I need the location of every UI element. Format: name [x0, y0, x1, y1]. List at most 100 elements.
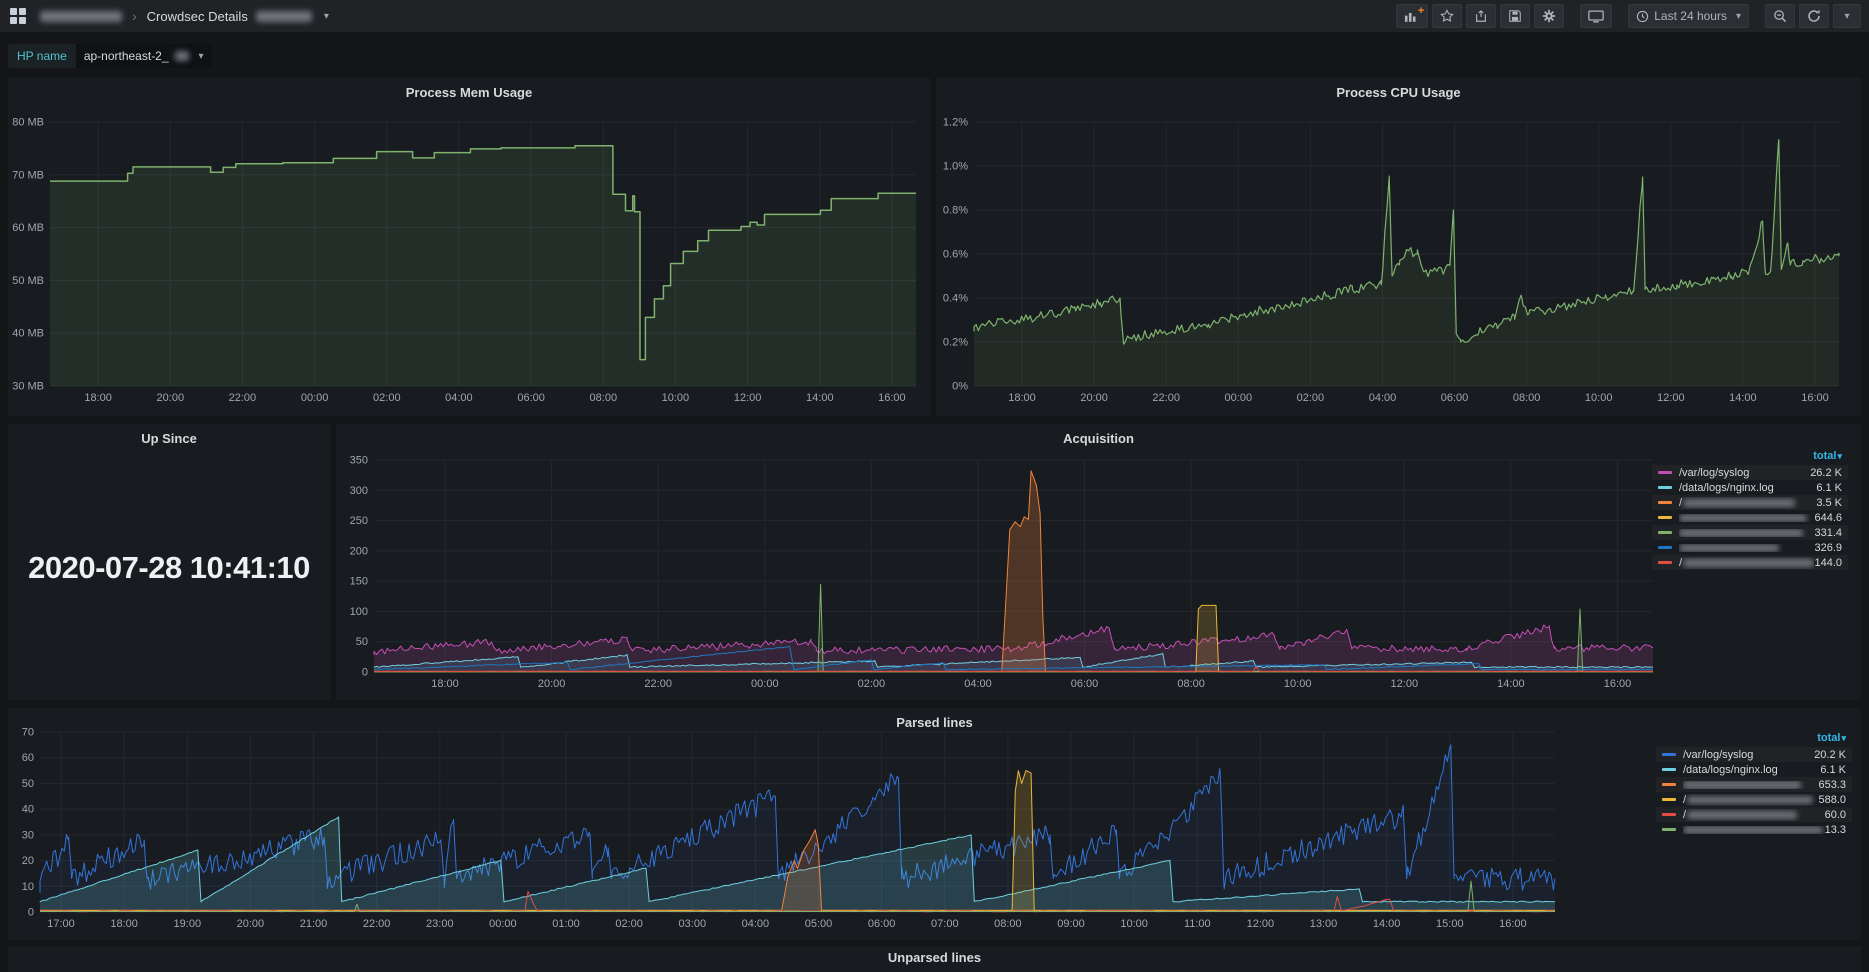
svg-text:02:00: 02:00 [1297, 392, 1325, 404]
series-color-swatch[interactable] [1662, 753, 1676, 756]
panel-unparsed-lines: Unparsed lines [8, 946, 1861, 972]
panel-title-unparsed-lines[interactable]: Unparsed lines [8, 946, 1861, 965]
series-color-swatch[interactable] [1662, 828, 1676, 831]
series-name-redacted[interactable]: / [1683, 809, 1825, 821]
legend-row[interactable]: /144.0 [1652, 555, 1848, 570]
svg-text:04:00: 04:00 [742, 918, 770, 930]
series-name-redacted[interactable]: / [1679, 557, 1814, 569]
redacted-text [1687, 796, 1813, 804]
svg-text:06:00: 06:00 [868, 918, 896, 930]
series-color-swatch[interactable] [1658, 486, 1672, 489]
clock-icon [1636, 10, 1649, 23]
dashboard-settings-button[interactable] [1534, 4, 1564, 28]
svg-text:19:00: 19:00 [174, 918, 202, 930]
panel-title-acquisition[interactable]: Acquisition [336, 424, 1861, 446]
apps-grid-icon[interactable] [10, 8, 26, 24]
series-color-swatch[interactable] [1662, 798, 1676, 801]
series-name[interactable]: /var/log/syslog [1679, 467, 1810, 479]
dashboard-title-caret-icon[interactable]: ▾ [324, 11, 329, 22]
legend-row[interactable]: /var/log/syslog20.2 K [1656, 747, 1852, 762]
svg-text:10:00: 10:00 [662, 392, 690, 404]
zoom-out-time-button[interactable] [1765, 4, 1795, 28]
series-name[interactable]: /data/logs/nginx.log [1679, 482, 1816, 494]
svg-text:16:00: 16:00 [878, 392, 906, 404]
series-name-redacted[interactable] [1679, 514, 1814, 522]
legend-row[interactable]: /data/logs/nginx.log6.1 K [1656, 762, 1852, 777]
series-color-swatch[interactable] [1658, 501, 1672, 504]
legend-total-header[interactable]: total▾ [1652, 448, 1848, 465]
legend-row[interactable]: 331.4 [1652, 525, 1848, 540]
legend-row[interactable]: /588.0 [1656, 792, 1852, 807]
svg-text:11:00: 11:00 [1184, 918, 1211, 930]
breadcrumb-suffix-redacted [256, 11, 312, 22]
series-color-swatch[interactable] [1658, 546, 1672, 549]
series-name[interactable]: /var/log/syslog [1683, 749, 1814, 761]
series-color-swatch[interactable] [1662, 768, 1676, 771]
refresh-interval-caret-icon: ▾ [1844, 11, 1849, 22]
series-name[interactable]: /data/logs/nginx.log [1683, 764, 1820, 776]
legend-row[interactable]: 326.9 [1652, 540, 1848, 555]
svg-text:40 MB: 40 MB [12, 328, 44, 340]
series-name-redacted[interactable]: / [1679, 497, 1816, 509]
svg-text:22:00: 22:00 [1152, 392, 1180, 404]
svg-text:23:00: 23:00 [426, 918, 454, 930]
redacted-text [1683, 559, 1814, 567]
svg-text:14:00: 14:00 [1373, 918, 1401, 930]
series-name-redacted[interactable] [1679, 544, 1814, 552]
svg-text:00:00: 00:00 [301, 392, 329, 404]
legend-row[interactable]: /var/log/syslog26.2 K [1652, 465, 1848, 480]
time-range-picker[interactable]: Last 24 hours ▾ [1628, 4, 1749, 28]
panel-title-up-since[interactable]: Up Since [8, 424, 330, 446]
series-color-swatch[interactable] [1658, 471, 1672, 474]
legend-row[interactable]: 644.6 [1652, 510, 1848, 525]
panel-title-cpu[interactable]: Process CPU Usage [936, 78, 1861, 100]
cpu-usage-chart[interactable]: 0%0.2%0.4%0.6%0.8%1.0%1.2%18:0020:0022:0… [940, 118, 1857, 414]
up-since-value: 2020-07-28 10:41:10 [8, 550, 330, 586]
svg-text:20:00: 20:00 [538, 678, 566, 690]
panel-title-mem[interactable]: Process Mem Usage [8, 78, 930, 100]
series-color-swatch[interactable] [1658, 561, 1672, 564]
svg-text:12:00: 12:00 [1391, 678, 1419, 690]
legend-row[interactable]: 653.3 [1656, 777, 1852, 792]
svg-text:350: 350 [350, 455, 368, 467]
svg-text:21:00: 21:00 [300, 918, 328, 930]
legend-total-header[interactable]: total▾ [1656, 730, 1852, 747]
svg-text:16:00: 16:00 [1604, 678, 1632, 690]
acquisition-chart[interactable]: 05010015020025030035018:0020:0022:0000:0… [344, 452, 1661, 696]
svg-text:08:00: 08:00 [1177, 678, 1205, 690]
series-name-redacted[interactable] [1683, 826, 1825, 834]
refresh-dashboard-button[interactable] [1799, 4, 1829, 28]
add-panel-button[interactable]: + [1396, 4, 1428, 28]
refresh-interval-dropdown[interactable]: ▾ [1833, 4, 1861, 28]
series-color-swatch[interactable] [1662, 813, 1676, 816]
series-total-value: 144.0 [1814, 557, 1842, 569]
svg-text:04:00: 04:00 [1369, 392, 1397, 404]
legend-row[interactable]: /data/logs/nginx.log6.1 K [1652, 480, 1848, 495]
series-color-swatch[interactable] [1658, 531, 1672, 534]
series-name-redacted[interactable] [1683, 781, 1818, 789]
mem-usage-chart[interactable]: 30 MB40 MB50 MB60 MB70 MB80 MB18:0020:00… [12, 118, 926, 414]
breadcrumb-dashboard-title[interactable]: Crowdsec Details [147, 9, 248, 24]
variable-value-dropdown[interactable]: ap-northeast-2_ ▾ [76, 44, 212, 68]
parsed-lines-chart[interactable]: 01020304050607017:0018:0019:0020:0021:00… [12, 726, 1557, 936]
series-name-redacted[interactable] [1679, 529, 1814, 537]
template-variables-row: HP name ap-northeast-2_ ▾ [8, 44, 212, 68]
panel-acquisition: Acquisition 05010015020025030035018:0020… [336, 424, 1861, 700]
legend-row[interactable]: /60.0 [1656, 807, 1852, 822]
series-color-swatch[interactable] [1658, 516, 1672, 519]
series-name-redacted[interactable]: / [1683, 794, 1818, 806]
svg-text:16:00: 16:00 [1801, 392, 1829, 404]
svg-text:20:00: 20:00 [237, 918, 265, 930]
breadcrumb-separator: › [130, 8, 139, 24]
svg-text:70: 70 [22, 727, 34, 739]
legend-row[interactable]: 13.3 [1656, 822, 1852, 837]
legend-row[interactable]: /3.5 K [1652, 495, 1848, 510]
star-dashboard-button[interactable] [1432, 4, 1462, 28]
svg-text:04:00: 04:00 [964, 678, 992, 690]
series-color-swatch[interactable] [1662, 783, 1676, 786]
breadcrumb-folder-redacted[interactable] [40, 11, 122, 22]
svg-text:10:00: 10:00 [1585, 392, 1613, 404]
save-dashboard-button[interactable] [1500, 4, 1530, 28]
share-dashboard-button[interactable] [1466, 4, 1496, 28]
cycle-view-mode-button[interactable] [1580, 4, 1612, 28]
